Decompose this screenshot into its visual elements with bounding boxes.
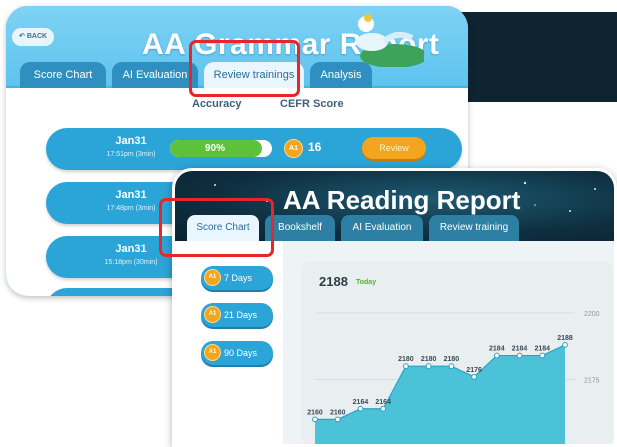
tab-ai-evaluation[interactable]: AI Evaluation bbox=[341, 215, 423, 241]
data-label: 2188 bbox=[557, 335, 573, 342]
data-point[interactable] bbox=[516, 352, 523, 359]
y-tick-label: 2150 bbox=[584, 444, 600, 446]
data-point[interactable] bbox=[403, 363, 409, 370]
data-point[interactable] bbox=[312, 416, 318, 423]
score-chart-card: 2150 2175 2200 2160 2160 2164 2164 2180 2180 2180… bbox=[301, 261, 613, 446]
data-point[interactable] bbox=[493, 352, 500, 359]
tab-review-training[interactable]: Review training bbox=[429, 215, 519, 241]
range-7-days-button[interactable]: A1 7 Days bbox=[201, 266, 273, 290]
range-label: 90 Days bbox=[224, 348, 258, 358]
data-label: 2180 bbox=[421, 356, 437, 363]
current-score: 2188 bbox=[319, 274, 348, 289]
back-button[interactable]: ↶ BACK bbox=[12, 28, 55, 46]
data-point[interactable] bbox=[425, 363, 432, 370]
mascot-icon bbox=[356, 14, 424, 67]
reading-content: A1 7 Days A1 21 Days A1 90 Days 2150 2175… bbox=[175, 241, 614, 446]
tab-analysis[interactable]: Analysis bbox=[310, 62, 372, 88]
cefr-score: 16 bbox=[308, 140, 322, 154]
range-21-days-button[interactable]: A1 21 Days bbox=[201, 303, 273, 327]
highlight-score-chart-tab bbox=[159, 198, 274, 257]
accuracy-column-header: Accuracy bbox=[192, 98, 242, 110]
accuracy-value: 90% bbox=[204, 143, 225, 154]
current-score-label: Today bbox=[356, 279, 377, 286]
review-button[interactable]: Review bbox=[362, 137, 426, 159]
data-label: 2184 bbox=[534, 346, 550, 353]
data-label: 2180 bbox=[444, 356, 460, 363]
level-badge: A1 bbox=[204, 306, 221, 323]
cefr-level-badge: A1 bbox=[284, 139, 303, 158]
accuracy-bar: 90% bbox=[170, 140, 272, 157]
data-label: 2164 bbox=[375, 399, 391, 406]
level-badge: A1 bbox=[204, 269, 221, 286]
data-point[interactable] bbox=[471, 373, 477, 380]
session-row[interactable]: Jan31 17:51pm (3min) 90% A1 16 Review bbox=[46, 128, 462, 170]
data-label: 2180 bbox=[398, 356, 414, 363]
data-label: 2176 bbox=[466, 367, 482, 374]
cefr-column-header: CEFR Score bbox=[280, 98, 344, 110]
tab-bookshelf[interactable]: Bookshelf bbox=[265, 215, 335, 241]
data-label: 2164 bbox=[353, 399, 369, 406]
reading-report-title: AA Reading Report bbox=[283, 185, 521, 215]
level-badge: A1 bbox=[204, 344, 221, 361]
data-point[interactable] bbox=[334, 416, 341, 423]
data-label: 2184 bbox=[489, 346, 505, 353]
tab-score-chart[interactable]: Score Chart bbox=[20, 62, 106, 88]
data-label: 2160 bbox=[330, 409, 346, 416]
data-point[interactable] bbox=[539, 352, 546, 359]
range-sidebar: A1 7 Days A1 21 Days A1 90 Days bbox=[175, 241, 283, 444]
range-90-days-button[interactable]: A1 90 Days bbox=[201, 341, 273, 365]
data-point[interactable] bbox=[562, 342, 568, 348]
screen: ↶ BACK AA Grammar Report Score Chart AI … bbox=[0, 0, 617, 447]
y-tick-label: 2175 bbox=[584, 378, 600, 385]
back-arrow-icon: ↶ bbox=[19, 33, 25, 40]
data-point[interactable] bbox=[380, 405, 387, 412]
range-label: 21 Days bbox=[224, 310, 258, 320]
score-area bbox=[315, 344, 565, 444]
tab-ai-evaluation[interactable]: AI Evaluation bbox=[112, 62, 198, 88]
session-time: 15:18pm (30min) bbox=[104, 259, 158, 266]
range-label: 7 Days bbox=[224, 273, 253, 283]
data-label: 2184 bbox=[512, 346, 528, 353]
y-tick-label: 2200 bbox=[584, 311, 600, 318]
data-point[interactable] bbox=[448, 363, 455, 370]
back-label: BACK bbox=[26, 33, 48, 40]
data-point[interactable] bbox=[357, 405, 364, 412]
data-label: 2160 bbox=[307, 409, 323, 416]
highlight-review-trainings-tab bbox=[189, 40, 300, 97]
